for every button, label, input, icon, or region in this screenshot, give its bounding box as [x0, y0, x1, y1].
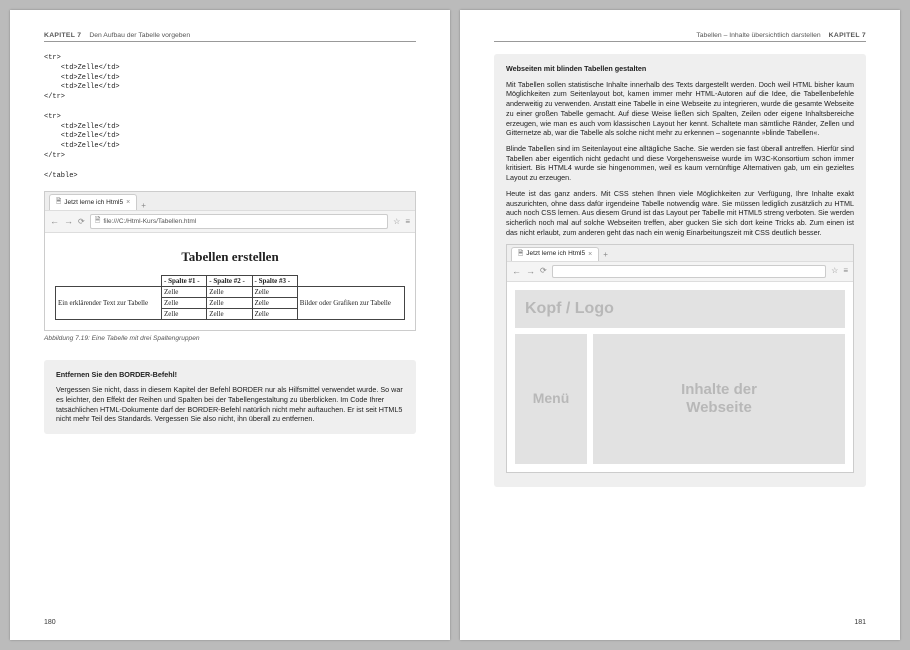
- document-icon: 🗎: [95, 216, 101, 227]
- wireframe-viewport: Kopf / Logo Menü Inhalte der Webseite: [507, 282, 853, 472]
- back-button[interactable]: ←: [512, 267, 521, 276]
- address-bar[interactable]: [552, 265, 826, 278]
- new-tab-button[interactable]: +: [599, 250, 612, 261]
- forward-button[interactable]: →: [526, 267, 535, 276]
- wireframe-menu: Menü: [515, 334, 587, 464]
- forward-button[interactable]: →: [64, 217, 73, 226]
- browser-toolbar: ← → ⟳ ☆ ≡: [507, 261, 853, 282]
- wireframe-content-line: Inhalte der: [681, 381, 757, 399]
- browser-tab[interactable]: 🗎 Jetzt lerne ich Html5 ×: [511, 247, 599, 261]
- browser-tabstrip: 🗎 Jetzt lerne ich Html5 × +: [507, 245, 853, 261]
- article-title: Webseiten mit blinden Tabellen gestalten: [506, 64, 854, 74]
- reload-button[interactable]: ⟳: [78, 217, 85, 226]
- back-button[interactable]: ←: [50, 217, 59, 226]
- url-text: file:///C:/Html-Kurs/Tabellen.html: [103, 218, 196, 225]
- chapter-subtitle: Den Aufbau der Tabelle vorgeben: [89, 32, 190, 39]
- menu-icon[interactable]: ≡: [843, 266, 848, 277]
- tip-title: Entfernen Sie den BORDER-Befehl!: [56, 370, 404, 380]
- table-cell: Bilder oder Grafiken zur Tabelle: [297, 287, 404, 320]
- article-paragraph: Blinde Tabellen sind im Seitenlayout ein…: [506, 144, 854, 183]
- browser-tabstrip: 🗎 Jetzt lerne ich Html5 × +: [45, 192, 415, 210]
- close-icon[interactable]: ×: [126, 199, 130, 206]
- article-box: Webseiten mit blinden Tabellen gestalten…: [494, 54, 866, 487]
- table-cell: Zelle: [162, 287, 207, 298]
- document-icon: 🗎: [56, 197, 61, 208]
- table-cell: Ein erklärender Text zur Tabelle: [56, 287, 162, 320]
- menu-icon[interactable]: ≡: [405, 217, 410, 226]
- page-heading: Tabellen erstellen: [55, 249, 405, 265]
- running-head-left: Kapitel 7 Den Aufbau der Tabelle vorgebe…: [44, 32, 416, 42]
- browser-toolbar: ← → ⟳ 🗎 file:///C:/Html-Kurs/Tabellen.ht…: [45, 210, 415, 233]
- running-head-right: Tabellen – Inhalte übersichtlich darstel…: [494, 32, 866, 42]
- browser-tab[interactable]: 🗎 Jetzt lerne ich Html5 ×: [49, 194, 137, 210]
- star-icon[interactable]: ☆: [393, 217, 400, 226]
- table-cell: Zelle: [252, 309, 297, 320]
- table-cell: Zelle: [207, 309, 252, 320]
- table-cell: Zelle: [207, 298, 252, 309]
- code-listing: <tr> <td>Zelle</td> <td>Zelle</td> <td>Z…: [44, 54, 416, 181]
- figure-caption: Abbildung 7.19: Eine Tabelle mit drei Sp…: [44, 335, 416, 342]
- table-cell: Zelle: [162, 298, 207, 309]
- table-cell: Zelle: [252, 298, 297, 309]
- sample-table: - Spalte #1 - - Spalte #2 - - Spalte #3 …: [55, 275, 405, 320]
- tip-body: Vergessen Sie nicht, dass in diesem Kapi…: [56, 385, 404, 424]
- table-cell: [297, 276, 404, 287]
- wireframe-content-line: Webseite: [686, 399, 752, 417]
- page-number: 180: [44, 619, 56, 626]
- wireframe-content: Inhalte der Webseite: [593, 334, 845, 464]
- page-right: Tabellen – Inhalte übersichtlich darstel…: [460, 10, 900, 640]
- browser-mock-2: 🗎 Jetzt lerne ich Html5 × + ← → ⟳ ☆ ≡ Ko…: [506, 244, 854, 473]
- tab-label: Jetzt lerne ich Html5: [526, 250, 585, 259]
- table-cell: [56, 276, 162, 287]
- table-header: - Spalte #3 -: [252, 276, 297, 287]
- wireframe-header: Kopf / Logo: [515, 290, 845, 328]
- table-header: - Spalte #2 -: [207, 276, 252, 287]
- new-tab-button[interactable]: +: [137, 201, 150, 210]
- reload-button[interactable]: ⟳: [540, 266, 547, 277]
- table-cell: Zelle: [207, 287, 252, 298]
- table-cell: Zelle: [162, 309, 207, 320]
- browser-viewport: Tabellen erstellen - Spalte #1 - - Spalt…: [45, 233, 415, 330]
- article-paragraph: Heute ist das ganz anders. Mit CSS stehe…: [506, 189, 854, 238]
- chapter-label: Kapitel 7: [44, 32, 81, 39]
- page-left: Kapitel 7 Den Aufbau der Tabelle vorgebe…: [10, 10, 450, 640]
- chapter-label: Kapitel 7: [829, 32, 866, 39]
- star-icon[interactable]: ☆: [831, 266, 838, 277]
- close-icon[interactable]: ×: [588, 250, 592, 259]
- article-paragraph: Mit Tabellen sollen statistische Inhalte…: [506, 80, 854, 138]
- book-spread: Kapitel 7 Den Aufbau der Tabelle vorgebe…: [0, 0, 910, 650]
- chapter-subtitle: Tabellen – Inhalte übersichtlich darstel…: [696, 32, 820, 39]
- document-icon: 🗎: [518, 250, 523, 259]
- page-number: 181: [854, 619, 866, 626]
- tab-label: Jetzt lerne ich Html5: [64, 199, 123, 206]
- address-bar[interactable]: 🗎 file:///C:/Html-Kurs/Tabellen.html: [90, 214, 388, 229]
- table-cell: Zelle: [252, 287, 297, 298]
- browser-mock-1: 🗎 Jetzt lerne ich Html5 × + ← → ⟳ 🗎 file…: [44, 191, 416, 331]
- tip-box: Entfernen Sie den BORDER-Befehl! Vergess…: [44, 360, 416, 434]
- table-header: - Spalte #1 -: [162, 276, 207, 287]
